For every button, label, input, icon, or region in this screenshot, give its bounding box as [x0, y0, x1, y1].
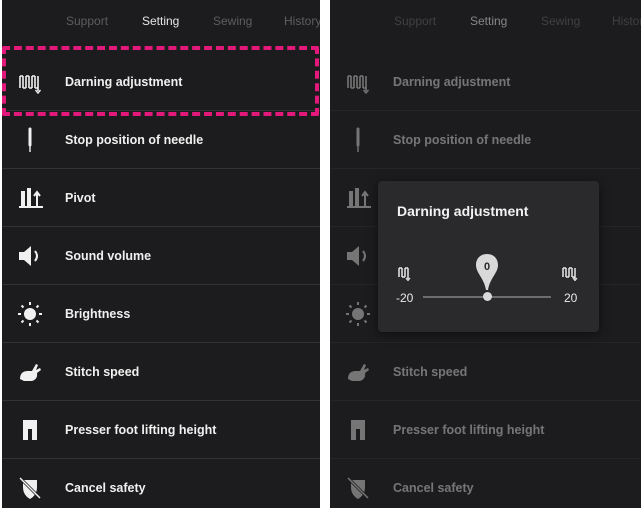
menu-item-label: Stitch speed: [393, 365, 468, 379]
menu-item-brightness[interactable]: Brightness: [2, 285, 320, 343]
tab-history[interactable]: History: [612, 14, 641, 28]
tab-bar: Support Setting Sewing History: [2, 0, 320, 42]
menu-item-cancel-safety[interactable]: Cancel safety: [330, 459, 641, 508]
menu-item-label: Cancel safety: [393, 481, 474, 495]
tab-support[interactable]: Support: [394, 14, 436, 28]
slider-value: 0: [483, 261, 491, 273]
tab-support[interactable]: Support: [66, 14, 108, 28]
sun-icon: [344, 301, 372, 327]
tab-history[interactable]: History: [284, 14, 320, 28]
tab-bar: Support Setting Sewing History: [330, 0, 641, 42]
tab-setting[interactable]: Setting: [470, 14, 507, 28]
needle-icon: [344, 127, 372, 153]
darning-icon: [344, 69, 372, 95]
pivot-icon: [344, 185, 372, 211]
cancel-safety-icon: [16, 475, 44, 501]
menu-item-label: Sound volume: [65, 249, 152, 263]
menu-item-label: Presser foot lifting height: [393, 423, 545, 437]
settings-panel-left: Support Setting Sewing History Darning a…: [2, 0, 320, 508]
menu-item-stitch-speed[interactable]: Stitch speed: [330, 343, 641, 401]
menu-item-cancel-safety[interactable]: Cancel safety: [2, 459, 320, 508]
sun-icon: [16, 301, 44, 327]
presser-foot-icon: [344, 417, 372, 443]
menu-item-darning-adjustment[interactable]: Darning adjustment: [330, 53, 641, 111]
tab-sewing[interactable]: Sewing: [213, 14, 252, 28]
menu-item-presser-foot-lifting-height[interactable]: Presser foot lifting height: [2, 401, 320, 459]
tab-setting[interactable]: Setting: [142, 14, 179, 28]
menu-item-label: Cancel safety: [65, 481, 146, 495]
menu-item-label: Darning adjustment: [393, 75, 511, 89]
darning-adjustment-dialog: Darning adjustment -20 20 0: [378, 181, 599, 332]
menu-item-stop-position-of-needle[interactable]: Stop position of needle: [2, 111, 320, 169]
presser-foot-icon: [16, 417, 44, 443]
menu-item-label: Pivot: [65, 191, 96, 205]
darning-narrow-icon: [397, 265, 415, 281]
tab-sewing[interactable]: Sewing: [541, 14, 580, 28]
menu-item-label: Brightness: [65, 307, 131, 321]
menu-item-label: Stitch speed: [65, 365, 140, 379]
menu-item-presser-foot-lifting-height[interactable]: Presser foot lifting height: [330, 401, 641, 459]
dialog-title: Darning adjustment: [397, 203, 529, 219]
menu-item-stop-position-of-needle[interactable]: Stop position of needle: [330, 111, 641, 169]
slider-thumb[interactable]: [482, 292, 492, 301]
menu-item-label: Presser foot lifting height: [65, 423, 217, 437]
darning-wide-icon: [562, 265, 580, 281]
needle-icon: [16, 127, 44, 153]
rabbit-icon: [16, 359, 44, 385]
rabbit-icon: [344, 359, 372, 385]
speaker-icon: [344, 243, 372, 269]
menu-item-label: Stop position of needle: [65, 133, 204, 147]
cancel-safety-icon: [344, 475, 372, 501]
menu-item-label: Stop position of needle: [393, 133, 532, 147]
menu-item-pivot[interactable]: Pivot: [2, 169, 320, 227]
settings-panel-right: Support Setting Sewing History Darning a…: [330, 0, 641, 508]
pivot-icon: [16, 185, 44, 211]
speaker-icon: [16, 243, 44, 269]
highlight-box: [2, 46, 319, 116]
slider-min-label: -20: [396, 291, 414, 305]
menu-item-stitch-speed[interactable]: Stitch speed: [2, 343, 320, 401]
menu-item-sound-volume[interactable]: Sound volume: [2, 227, 320, 285]
slider-max-label: 20: [564, 291, 578, 305]
